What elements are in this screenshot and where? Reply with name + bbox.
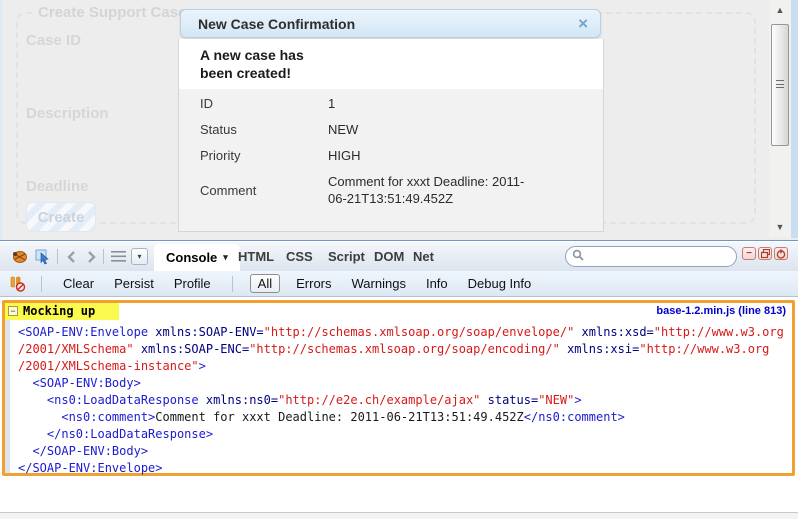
filter-debug-info-button[interactable]: Debug Info [468,276,532,291]
field-value: 1 [328,95,536,112]
console-log-area: − Mocking up base-1.2.min.js (line 813) … [0,297,798,513]
scroll-down-icon[interactable]: ▼ [769,219,791,235]
fieldset-legend: Create Support Case [32,4,192,21]
power-off-icon[interactable] [774,247,788,260]
persist-button[interactable]: Persist [114,276,154,291]
filter-errors-button[interactable]: Errors [296,276,331,291]
filter-all-button[interactable]: All [250,274,280,293]
tab-dom[interactable]: DOM [374,249,404,264]
dialog-field-row: Priority HIGH [200,147,590,164]
field-label: ID [200,96,328,111]
filter-warnings-button[interactable]: Warnings [352,276,406,291]
source-link[interactable]: base-1.2.min.js (line 813) [656,305,786,317]
field-value: NEW [328,121,536,138]
dialog-field-row: ID 1 [200,95,590,112]
collapse-toggle-icon[interactable]: − [8,306,18,316]
field-label: Comment [200,183,328,198]
back-icon[interactable] [62,248,80,265]
filter-info-button[interactable]: Info [426,276,448,291]
field-value: HIGH [328,147,536,164]
separator [41,276,42,292]
dialog-body: A new case has been created! ID 1 Status… [178,39,604,232]
page-scrollbar[interactable]: ▲ ▼ [769,0,791,237]
detach-window-icon[interactable] [758,247,772,260]
list-menu-icon[interactable] [109,248,127,265]
break-on-errors-icon[interactable] [8,275,26,292]
search-input[interactable] [588,250,728,264]
search-box [565,246,737,267]
xml-log: <SOAP-ENV:Envelope xmlns:SOAP-ENV="http:… [18,324,784,477]
forward-icon[interactable] [82,248,100,265]
dialog-fields: ID 1 Status NEW Priority HIGH Comment Co… [200,95,590,216]
minimize-icon[interactable]: − [742,247,756,260]
chevron-down-icon: ▾ [223,252,228,263]
tab-html[interactable]: HTML [238,249,274,264]
log-group-title: Mocking up [23,304,95,318]
firebug-panel: ▾ Console ▾ HTML CSS Script DOM Net − [0,240,798,519]
case-id-label: Case ID [26,32,81,49]
log-group: − Mocking up base-1.2.min.js (line 813) … [2,300,795,476]
log-group-header-highlight: − Mocking up [5,303,119,320]
scrollbar-thumb[interactable] [771,24,789,146]
dialog-field-row: Comment Comment for xxxt Deadline: 2011-… [200,173,590,207]
firebug-icon[interactable] [10,248,28,265]
firebug-status-bar [0,512,798,519]
tab-net[interactable]: Net [413,249,434,264]
dialog-message: A new case has been created! [200,46,340,82]
field-label: Priority [200,148,328,163]
profile-button[interactable]: Profile [174,276,211,291]
deadline-label: Deadline [26,178,89,195]
close-icon[interactable]: × [578,15,588,32]
tab-console-label: Console [166,250,217,265]
create-button: Create [26,202,96,232]
window-border [791,0,798,238]
dialog-message-band: A new case has been created! [179,39,603,89]
scrollbar-grip-icon [776,80,784,88]
inspect-icon[interactable] [34,248,52,265]
firebug-tab-bar: ▾ Console ▾ HTML CSS Script DOM Net − [0,242,798,271]
dialog-title: New Case Confirmation [181,16,355,32]
scroll-up-icon[interactable]: ▲ [769,2,791,18]
clear-button[interactable]: Clear [63,276,94,291]
description-label: Description [26,105,109,122]
field-value: Comment for xxxt Deadline: 2011-06-21T13… [328,173,536,207]
web-page-area: Create Support Case Case ID Description … [0,0,798,240]
console-toolbar: Clear Persist Profile All Errors Warning… [0,271,798,297]
chevron-down-icon[interactable]: ▾ [131,248,148,265]
dialog-field-row: Status NEW [200,121,590,138]
dialog-header: New Case Confirmation × [180,9,601,38]
tab-css[interactable]: CSS [286,249,313,264]
field-label: Status [200,122,328,137]
search-icon [572,248,584,266]
separator [232,276,233,292]
separator [103,249,104,264]
tab-script[interactable]: Script [328,249,365,264]
tab-console[interactable]: Console ▾ [154,244,240,271]
log-group-gutter [5,303,10,473]
separator [57,249,58,264]
